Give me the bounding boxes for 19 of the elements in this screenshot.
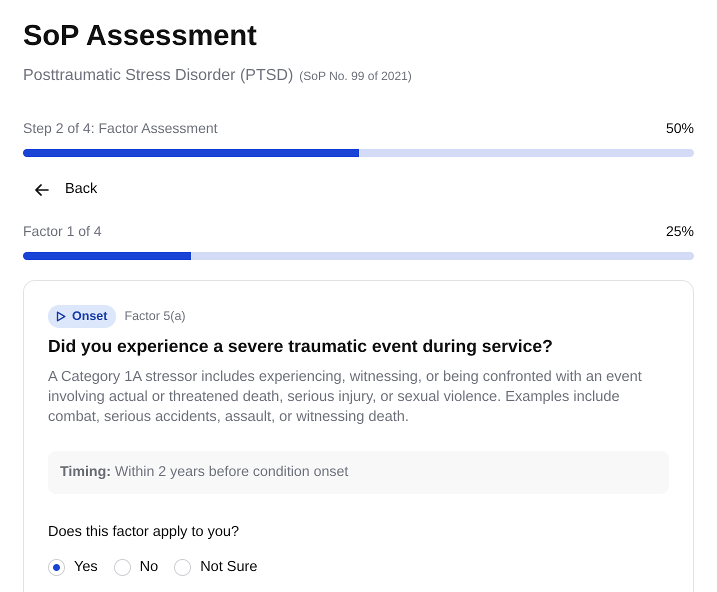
factor-reference: Factor 5(a) [124, 308, 186, 325]
page-title: SoP Assessment [23, 20, 258, 52]
progress-percent: 50% [666, 119, 694, 138]
radio-option[interactable]: Yes [48, 556, 98, 578]
radio-option[interactable]: Not Sure [174, 556, 258, 578]
category-badge: Onset [48, 304, 116, 328]
description-text: A Category 1A stressor includes experiencing, witnessing, or being confronted with an event involving actual or threatened death, serious injury, or sexual violence. Examples include combat, serious accidents, assault, or witnessing death. [48, 368, 643, 426]
sop-reference: (SoP No. 99 of 2021) [299, 69, 412, 83]
progress-percent: 25% [666, 222, 694, 241]
progress-label: Factor 1 of 4 [23, 222, 102, 241]
back-arrow-icon [35, 184, 49, 196]
question-prompt: Does this factor apply to you? [48, 522, 240, 542]
condition-name: Posttraumatic Stress Disorder (PTSD) [23, 67, 294, 84]
progress-label: Step 2 of 4: Factor Assessment [23, 119, 218, 138]
play-icon [56, 310, 66, 322]
radio-option[interactable]: No [114, 556, 158, 578]
back-button[interactable]: Back [23, 173, 110, 207]
timing-note: Timing: Within 2 years before condition onset [48, 450, 669, 494]
question-heading: Did you experience a severe traumatic event during service? [48, 336, 554, 356]
